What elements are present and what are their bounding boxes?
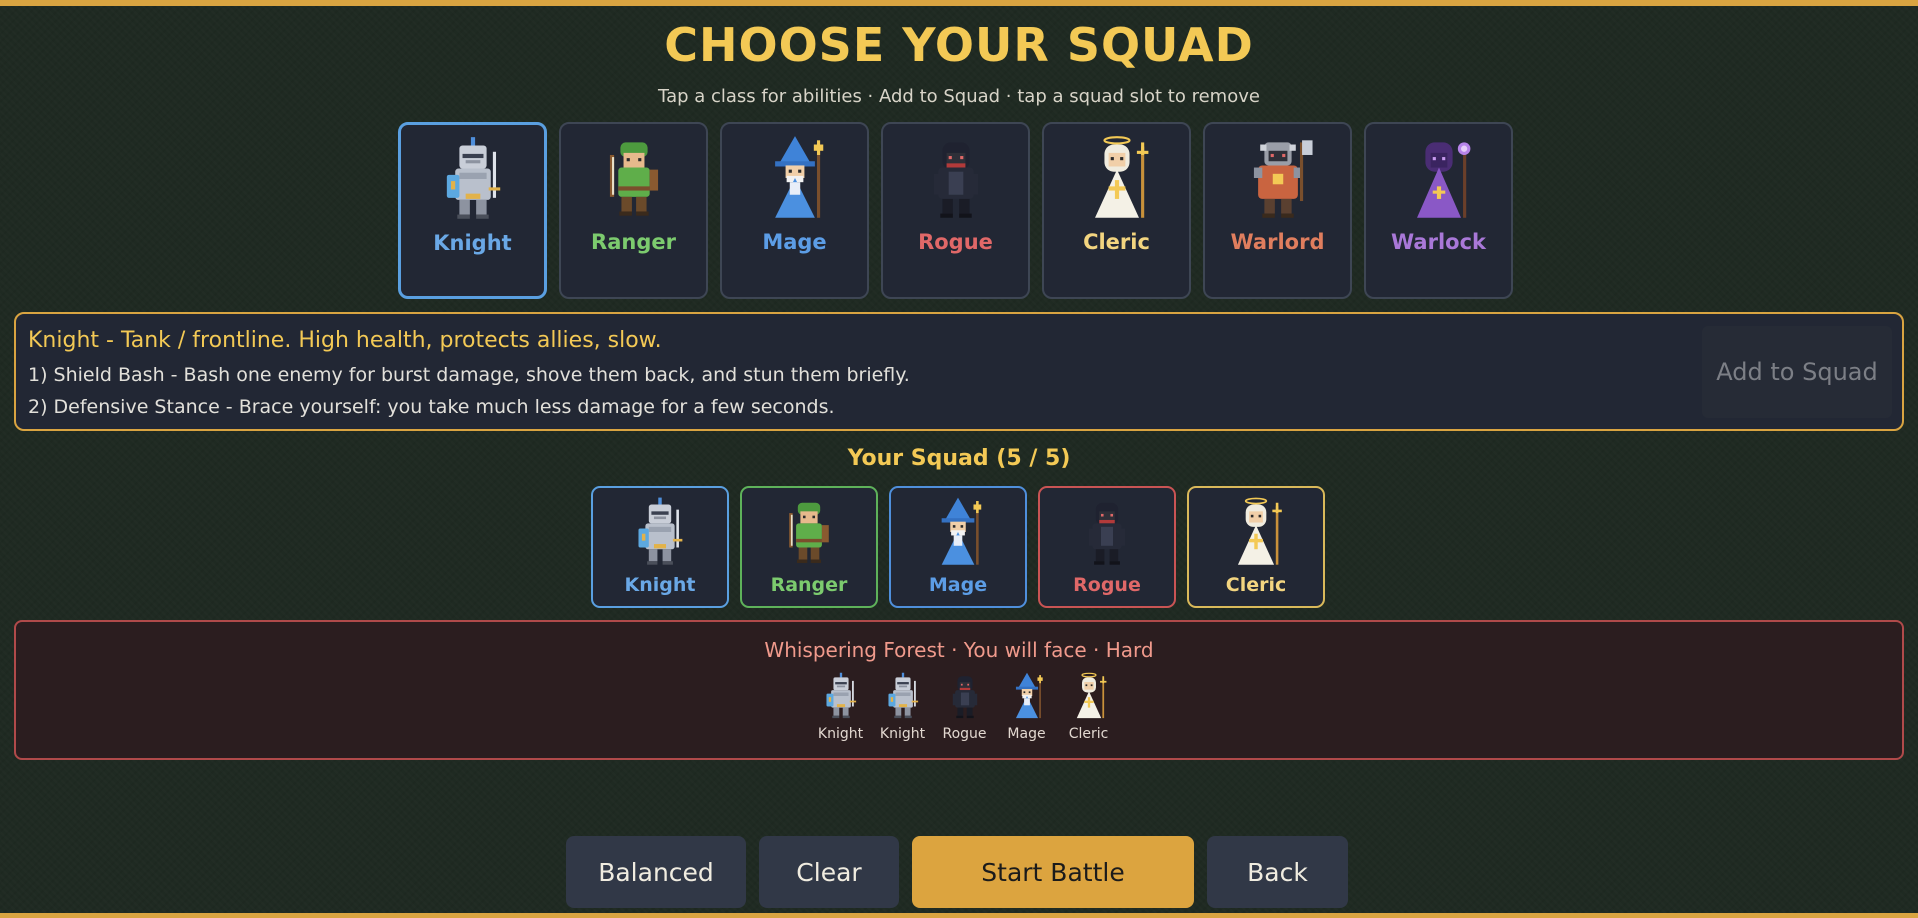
enemy-list: Knight Knight Rogue Mage Cleric [810,666,1119,742]
enemy-name: Rogue [942,726,987,742]
cleric-sprite-icon [1075,672,1107,719]
enemy-mage: Mage [996,666,1057,742]
class-name: Cleric [1083,230,1150,254]
class-card-mage[interactable]: Mage [720,122,869,299]
page-title: CHOOSE YOUR SQUAD [664,18,1254,72]
cleric-sprite-icon [1237,497,1283,566]
cleric-sprite-icon [1093,136,1149,219]
knight-sprite-icon [638,497,683,565]
class-name: Ranger [591,230,676,254]
rogue-sprite-icon [952,676,977,719]
instructions-subtitle: Tap a class for abilities · Add to Squad… [658,86,1260,107]
balanced-button[interactable]: Balanced [566,836,746,908]
squad-slot-knight[interactable]: Knight [591,486,729,608]
squad-slot-rogue[interactable]: Rogue [1038,486,1176,608]
mage-sprite-icon [774,136,823,218]
knight-sprite-icon [825,672,856,719]
ability-2-description: 2) Defensive Stance - Brace yourself: yo… [28,396,835,418]
class-card-cleric[interactable]: Cleric [1042,122,1191,299]
class-card-warlord[interactable]: Warlord [1203,122,1352,299]
ability-1-description: 1) Shield Bash - Bash one enemy for burs… [28,364,910,386]
squad-slot-cleric[interactable]: Cleric [1187,486,1325,608]
squad-slot-name: Cleric [1225,574,1287,596]
enemy-name: Knight [879,726,926,742]
clear-button[interactable]: Clear [759,836,899,908]
class-card-knight[interactable]: Knight [398,122,547,299]
class-name: Mage [762,230,827,254]
add-to-squad-button[interactable]: Add to Squad [1702,326,1892,418]
squad-slot-mage[interactable]: Mage [889,486,1027,608]
enemy-name: Knight [817,726,864,742]
class-name: Warlord [1230,230,1325,254]
class-name: Knight [433,231,512,255]
enemy-cleric: Cleric [1058,666,1119,742]
ranger-sprite-icon [609,142,658,216]
enemy-preview-panel: Whispering Forest · You will face · Hard… [14,620,1904,760]
enemy-knight: Knight [872,666,933,742]
back-button[interactable]: Back [1207,836,1348,908]
warlord-sprite-icon [1253,140,1313,218]
knight-sprite-icon [887,672,918,719]
enemy-rogue: Rogue [934,666,995,742]
squad-slot-name: Mage [928,574,988,596]
class-card-rogue[interactable]: Rogue [881,122,1030,299]
enemy-knight: Knight [810,666,871,742]
squad-slot-name: Rogue [1073,574,1141,596]
class-info-heading: Knight - Tank / frontline. High health, … [28,328,662,353]
class-card-ranger[interactable]: Ranger [559,122,708,299]
enemy-name: Cleric [1068,726,1109,742]
squad-slot-name: Knight [624,574,696,596]
mage-sprite-icon [941,497,982,565]
ranger-sprite-icon [789,502,829,563]
squad-slot-name: Ranger [770,574,848,596]
squad-slot-ranger[interactable]: Ranger [740,486,878,608]
enemy-name: Mage [1007,726,1046,742]
class-name: Warlock [1391,230,1486,254]
encounter-heading: Whispering Forest · You will face · Hard [764,638,1154,662]
warlock-sprite-icon [1416,142,1470,218]
class-selector: Knight Ranger Mage Rogue Cleric Warlord … [398,122,1513,299]
rogue-sprite-icon [933,142,978,218]
bottom-border [0,913,1918,918]
knight-sprite-icon [446,137,500,219]
rogue-sprite-icon [1088,502,1126,565]
class-card-warlock[interactable]: Warlock [1364,122,1513,299]
class-name: Rogue [918,230,993,254]
squad-slots: Knight Ranger Mage Rogue Cleric [591,486,1325,608]
squad-title: Your Squad (5 / 5) [847,446,1071,471]
mage-sprite-icon [1015,672,1043,719]
top-border [0,0,1918,6]
start-battle-button[interactable]: Start Battle [912,836,1194,908]
class-info-panel: Knight - Tank / frontline. High health, … [14,312,1904,431]
